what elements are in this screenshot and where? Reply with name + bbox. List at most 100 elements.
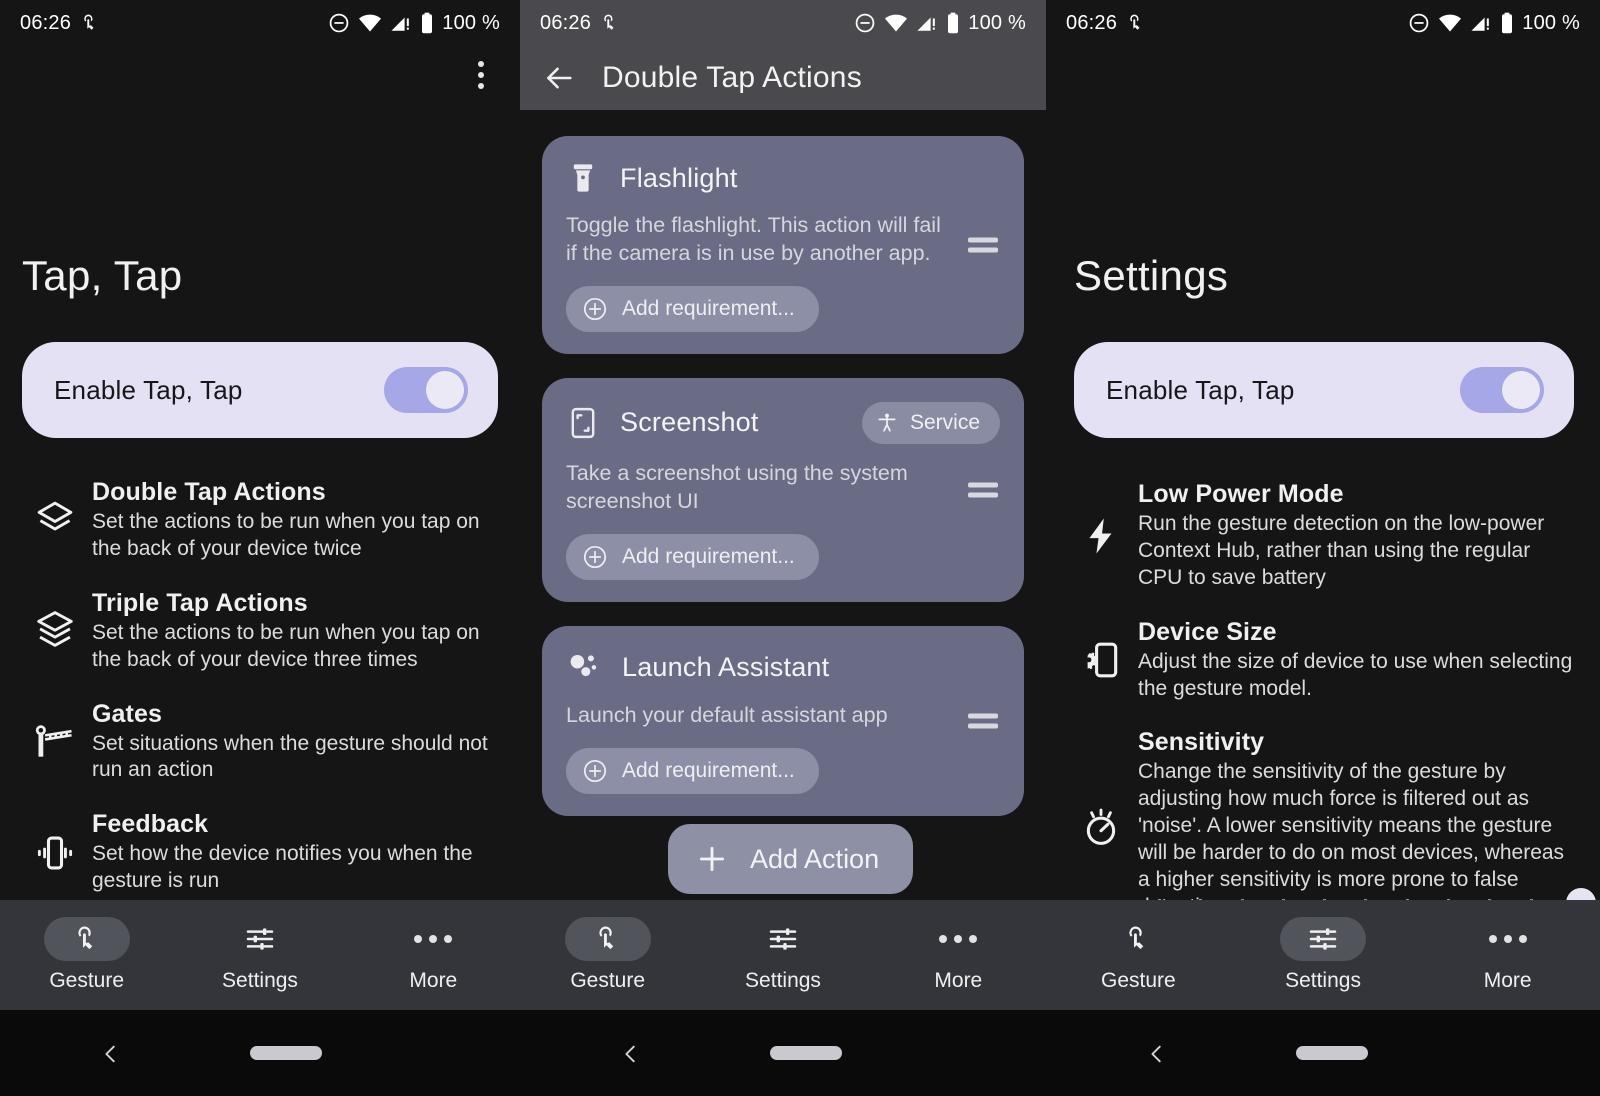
back-arrow-icon[interactable]	[542, 61, 576, 95]
nav-label: Gesture	[1100, 969, 1176, 992]
list-item-double-tap-actions[interactable]: Double Tap Actions Set the actions to be…	[0, 478, 520, 563]
enable-tap-tap-card[interactable]: Enable Tap, Tap	[22, 342, 498, 438]
more-dots-icon	[390, 917, 476, 961]
nav-item-gesture[interactable]: Gesture	[1046, 917, 1231, 993]
system-back-icon[interactable]	[1146, 1042, 1168, 1064]
overflow-menu-button[interactable]	[464, 55, 498, 95]
nav-label: Gesture	[49, 969, 125, 992]
battery-percent: 100 %	[968, 11, 1026, 34]
gate-barrier-icon	[18, 720, 92, 764]
toggle-knob	[1502, 371, 1540, 409]
battery-icon	[420, 12, 434, 34]
status-bar: 06:26 100 %	[1046, 0, 1600, 46]
list-item-subtitle: Set situations when the gesture should n…	[92, 731, 488, 782]
add-requirement-button[interactable]: Add requirement...	[566, 285, 819, 332]
system-back-icon[interactable]	[100, 1042, 122, 1064]
tap-gesture-icon	[80, 12, 100, 34]
system-home-pill[interactable]	[1296, 1046, 1368, 1060]
list-item-title: Triple Tap Actions	[92, 588, 308, 617]
card-title: Flashlight	[620, 162, 738, 193]
system-home-pill[interactable]	[770, 1046, 842, 1060]
list-item-device-size[interactable]: Device Size Adjust the size of device to…	[1046, 618, 1600, 703]
settings-row-list: Double Tap Actions Set the actions to be…	[0, 478, 520, 895]
enable-tap-tap-card[interactable]: Enable Tap, Tap	[1074, 342, 1574, 438]
list-item-text: Double Tap Actions Set the actions to be…	[92, 478, 502, 563]
nav-label: Settings	[222, 969, 298, 992]
card-header: Flashlight	[566, 160, 1000, 196]
list-item-triple-tap-actions[interactable]: Triple Tap Actions Set the actions to be…	[0, 589, 520, 674]
more-dots-icon	[1465, 917, 1551, 961]
add-requirement-label: Add requirement...	[622, 296, 795, 320]
nav-item-gesture[interactable]: Gesture	[520, 917, 695, 993]
nav-pill-gesture	[43, 917, 130, 961]
list-item-title: Low Power Mode	[1138, 480, 1344, 508]
tap-gesture-icon	[1126, 12, 1146, 34]
nav-item-settings[interactable]: Settings	[695, 917, 870, 993]
card-description: Launch your default assistant app	[566, 702, 888, 727]
plus-circle-icon	[582, 296, 608, 322]
list-item-subtitle: Set how the device notifies you when the…	[92, 842, 473, 893]
system-navigation-bar	[1046, 1010, 1600, 1096]
wifi-icon	[358, 13, 382, 33]
nav-item-more[interactable]: More	[871, 917, 1046, 993]
list-item-text: Feedback Set how the device notifies you…	[92, 810, 502, 895]
enable-tap-tap-toggle[interactable]	[1460, 367, 1544, 413]
battery-percent: 100 %	[442, 11, 500, 34]
plus-circle-icon	[582, 544, 608, 570]
status-time: 06:26	[20, 11, 72, 34]
enable-tap-tap-toggle[interactable]	[384, 367, 468, 413]
three-panel-screenshot: 06:26 100 % Tap, Tap Enable Tap, Tap Dou…	[0, 0, 1600, 1096]
nav-item-more[interactable]: More	[1415, 917, 1600, 993]
double-layers-icon	[18, 497, 92, 543]
action-card-flashlight[interactable]: Flashlight Toggle the flashlight. This a…	[542, 136, 1024, 354]
status-bar: 06:26 100 %	[520, 0, 1046, 46]
sliders-icon	[217, 917, 303, 961]
panel-tap-tap-home: 06:26 100 % Tap, Tap Enable Tap, Tap Dou…	[0, 0, 520, 1096]
drag-handle-icon[interactable]	[968, 708, 998, 733]
cellular-signal-icon	[1470, 13, 1492, 33]
device-size-icon	[1064, 638, 1138, 682]
overflow-dot	[478, 72, 484, 78]
nav-label: Settings	[1285, 969, 1361, 992]
do-not-disturb-icon	[1408, 12, 1430, 34]
action-card-launch-assistant[interactable]: Launch Assistant Launch your default ass…	[542, 625, 1024, 816]
nav-label: Settings	[745, 969, 821, 992]
settings-row-list: Low Power Mode Run the gesture detection…	[1046, 480, 1600, 921]
list-item-text: Low Power Mode Run the gesture detection…	[1138, 480, 1582, 592]
battery-icon	[1500, 12, 1514, 34]
add-requirement-label: Add requirement...	[622, 758, 795, 782]
nav-label: More	[409, 969, 458, 992]
list-item-feedback[interactable]: Feedback Set how the device notifies you…	[0, 810, 520, 895]
card-title: Screenshot	[620, 407, 759, 438]
nav-pill-settings	[1280, 917, 1366, 961]
add-action-fab[interactable]: Add Action	[668, 824, 914, 894]
card-title: Launch Assistant	[622, 652, 830, 683]
system-home-pill[interactable]	[250, 1046, 322, 1060]
screenshot-icon	[566, 405, 600, 441]
card-description: Toggle the flashlight. This action will …	[566, 213, 941, 265]
nav-item-more[interactable]: More	[347, 917, 520, 993]
nav-pill-gesture	[564, 917, 651, 961]
list-item-gates[interactable]: Gates Set situations when the gesture sh…	[0, 700, 520, 785]
action-card-screenshot[interactable]: Screenshot Service Take a screenshot usi…	[542, 377, 1024, 602]
badge-label: Service	[909, 410, 980, 434]
list-item-title: Sensitivity	[1138, 728, 1265, 757]
nav-item-settings[interactable]: Settings	[1231, 917, 1416, 993]
nav-item-settings[interactable]: Settings	[173, 917, 346, 993]
nav-item-gesture[interactable]: Gesture	[0, 917, 173, 993]
add-requirement-button[interactable]: Add requirement...	[566, 747, 819, 794]
card-description: Take a screenshot using the system scree…	[566, 460, 908, 513]
add-requirement-button[interactable]: Add requirement...	[566, 533, 819, 580]
card-header: Launch Assistant	[566, 650, 1000, 686]
assistant-dots-icon	[566, 650, 602, 686]
battery-percent: 100 %	[1522, 11, 1580, 34]
card-header: Screenshot Service	[566, 401, 1000, 444]
tap-gesture-icon	[600, 12, 620, 34]
toggle-knob	[426, 371, 464, 409]
status-time: 06:26	[1066, 11, 1118, 34]
list-item-text: Device Size Adjust the size of device to…	[1138, 618, 1582, 703]
list-item-low-power-mode[interactable]: Low Power Mode Run the gesture detection…	[1046, 480, 1600, 592]
system-back-icon[interactable]	[620, 1042, 642, 1064]
drag-handle-icon[interactable]	[968, 477, 998, 502]
drag-handle-icon[interactable]	[968, 232, 998, 257]
